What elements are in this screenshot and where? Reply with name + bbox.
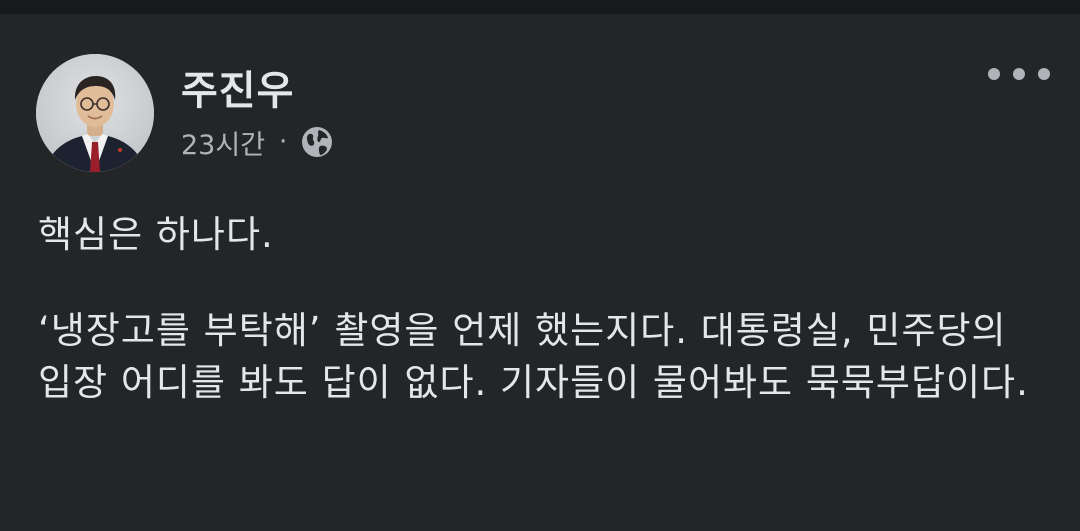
globe-icon[interactable] (299, 124, 335, 160)
more-dot (1013, 68, 1025, 80)
more-dot (988, 68, 1000, 80)
post-timestamp[interactable]: 23시간 (181, 123, 265, 162)
post-card: 주진우 23시간 · 핵심은 하나다. ‘냉장고를 부탁해’ 촬영을 언제 했는… (0, 14, 1080, 531)
post-meta: 23시간 · (181, 123, 335, 162)
app-top-strip (0, 0, 1080, 14)
more-options-button[interactable] (982, 60, 1056, 88)
post-paragraph: 핵심은 하나다. (38, 213, 274, 256)
avatar-image (36, 54, 154, 172)
author-name[interactable]: 주진우 (181, 58, 294, 116)
post-body: 핵심은 하나다. ‘냉장고를 부탁해’ 촬영을 언제 했는지다. 대통령실, 민… (38, 209, 1048, 409)
more-dot (1038, 68, 1050, 80)
meta-separator: · (279, 127, 288, 157)
author-avatar[interactable] (36, 54, 154, 172)
post-paragraph: ‘냉장고를 부탁해’ 촬영을 언제 했는지다. 대통령실, 민주당의 입장 어디… (38, 309, 1029, 404)
